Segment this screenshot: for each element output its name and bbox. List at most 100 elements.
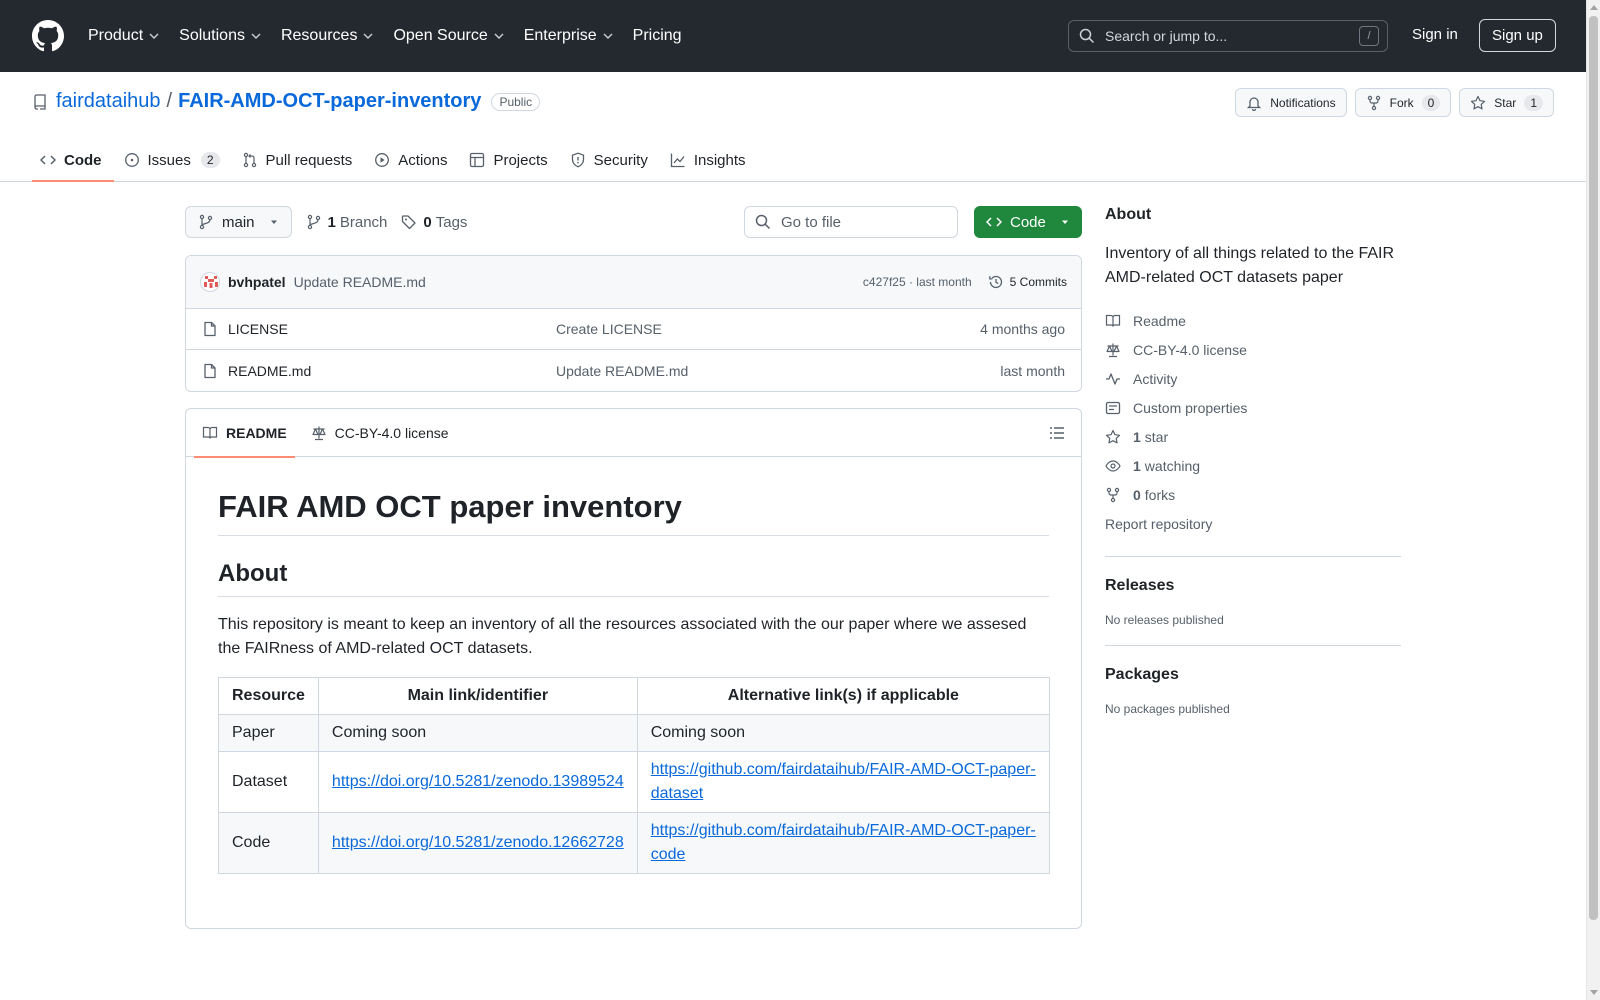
resource-table: Resource Main link/identifier Alternativ… [218, 677, 1051, 874]
tab-license[interactable]: CC-BY-4.0 license [303, 409, 457, 457]
branches-link[interactable]: 1 Branch [306, 213, 387, 231]
commit-meta[interactable]: c427f25 · last month [863, 275, 972, 289]
tab-label: Security [593, 151, 648, 169]
stars-link[interactable]: 1 star [1105, 422, 1401, 451]
commit-message[interactable]: Update README.md [294, 274, 426, 290]
book-icon [1105, 314, 1121, 327]
chevron-down-icon [494, 33, 504, 39]
tab-readme[interactable]: README [194, 409, 295, 458]
tab-actions[interactable]: Actions [366, 138, 459, 182]
eye-icon [1105, 459, 1121, 472]
github-logo-icon[interactable] [32, 20, 64, 52]
custom-properties-link[interactable]: Custom properties [1105, 393, 1401, 422]
tags-link[interactable]: 0 Tags [401, 214, 467, 231]
scroll-up-arrow-icon[interactable] [1590, 5, 1598, 10]
global-search-input[interactable]: Search or jump to... / [1068, 20, 1388, 52]
link-label: watching [1144, 457, 1201, 474]
tab-issues[interactable]: Issues 2 [116, 138, 232, 182]
about-sidebar: About Inventory of all things related to… [1105, 206, 1401, 716]
tab-insights[interactable]: Insights [662, 138, 758, 182]
code-button-label: Code [1010, 213, 1046, 231]
tab-label: Projects [493, 151, 548, 169]
nav-product[interactable]: Product [88, 27, 159, 45]
divider [1105, 556, 1401, 557]
table-link[interactable]: https://doi.org/10.5281/zenodo.12662728 [332, 834, 624, 851]
file-row[interactable]: LICENSE Create LICENSE 4 months ago [186, 309, 1081, 350]
nav-open-source[interactable]: Open Source [393, 27, 504, 45]
releases-title[interactable]: Releases [1105, 577, 1401, 595]
table-row: Paper Coming soon Coming soon [218, 714, 1051, 752]
notifications-label: Notifications [1270, 95, 1336, 110]
link-label: Readme [1133, 312, 1186, 329]
watchers-link[interactable]: 1 watching [1105, 451, 1401, 480]
nav-solutions[interactable]: Solutions [179, 27, 261, 45]
readme-link[interactable]: Readme [1105, 306, 1401, 335]
nav-resources[interactable]: Resources [281, 27, 373, 45]
table-cell: https://doi.org/10.5281/zenodo.12662728 [317, 812, 638, 874]
packages-title[interactable]: Packages [1105, 666, 1401, 684]
table-link[interactable]: https://github.com/fairdataihub/FAIR-AMD… [651, 761, 1036, 802]
readme-panel: README CC-BY-4.0 license FAIR AMD OCT pa… [185, 408, 1082, 929]
commits-history-link[interactable]: 5 Commits [988, 274, 1067, 290]
branch-icon [307, 214, 320, 230]
file-row[interactable]: README.md Update README.md last month [186, 350, 1081, 391]
go-to-file-input[interactable]: Go to file [744, 206, 958, 238]
fork-button[interactable]: Fork 0 [1354, 88, 1452, 117]
file-commit-date: last month [1000, 362, 1065, 379]
law-icon [1106, 343, 1120, 357]
tab-security[interactable]: Security [562, 138, 660, 182]
tag-icon [402, 215, 417, 230]
file-commit-message[interactable]: Create LICENSE [556, 321, 980, 337]
forks-link[interactable]: 0 forks [1105, 480, 1401, 509]
repo-separator: / [166, 90, 173, 112]
report-repository-link[interactable]: Report repository [1105, 509, 1401, 538]
repo-name-link[interactable]: FAIR-AMD-OCT-paper-inventory [178, 90, 481, 113]
play-icon [375, 153, 390, 167]
star-button[interactable]: Star 1 [1459, 88, 1554, 117]
commit-author[interactable]: bvhpatel [228, 274, 286, 290]
scroll-thumb[interactable] [1589, 16, 1598, 920]
tab-label: Pull requests [265, 151, 353, 169]
tab-projects[interactable]: Projects [461, 138, 559, 182]
branch-select-button[interactable]: main [185, 206, 292, 238]
sign-up-button[interactable]: Sign up [1479, 19, 1556, 52]
latest-commit-bar: bvhpatel Update README.md c427f25 · last… [186, 256, 1081, 309]
notifications-button[interactable]: Notifications [1235, 88, 1347, 117]
tag-word: Tags [435, 213, 468, 231]
table-cell: https://doi.org/10.5281/zenodo.13989524 [317, 751, 638, 813]
tab-label: CC-BY-4.0 license [334, 424, 449, 441]
activity-link[interactable]: Activity [1105, 364, 1401, 393]
avatar[interactable] [200, 272, 220, 292]
license-link[interactable]: CC-BY-4.0 license [1105, 335, 1401, 364]
nav-pricing[interactable]: Pricing [633, 27, 682, 45]
page-scrollbar[interactable] [1586, 0, 1600, 1000]
readme-content: FAIR AMD OCT paper inventory About This … [186, 457, 1081, 906]
file-toolbar: main 1 Branch 0 Tags Go to file Code [185, 206, 1082, 238]
code-dropdown-button[interactable]: Code [974, 206, 1082, 238]
file-name[interactable]: README.md [228, 363, 556, 379]
repo-owner-link[interactable]: fairdataihub [56, 90, 161, 113]
tab-code[interactable]: Code [32, 138, 114, 182]
go-to-file-placeholder: Go to file [781, 213, 842, 231]
file-icon [204, 363, 216, 378]
visibility-badge: Public [491, 92, 541, 111]
sign-in-link[interactable]: Sign in [1412, 26, 1458, 43]
table-row: Code https://doi.org/10.5281/zenodo.1266… [218, 812, 1051, 874]
note-icon [1105, 401, 1121, 414]
file-name[interactable]: LICENSE [228, 321, 556, 337]
list-icon[interactable] [1049, 425, 1065, 441]
tab-label: Actions [398, 151, 448, 169]
file-commit-message[interactable]: Update README.md [556, 363, 1000, 379]
table-link[interactable]: https://github.com/fairdataihub/FAIR-AMD… [651, 822, 1036, 863]
pull-request-icon [243, 152, 256, 168]
branch-count: 1 [327, 213, 336, 231]
scroll-down-arrow-icon[interactable] [1590, 990, 1598, 995]
tab-pull-requests[interactable]: Pull requests [234, 138, 365, 182]
nav-label: Solutions [179, 27, 245, 44]
star-icon [1471, 95, 1486, 109]
repo-icon [34, 93, 46, 110]
bell-icon [1247, 96, 1262, 111]
table-link[interactable]: https://doi.org/10.5281/zenodo.13989524 [332, 773, 624, 790]
nav-enterprise[interactable]: Enterprise [524, 27, 613, 45]
about-title: About [1105, 206, 1152, 223]
